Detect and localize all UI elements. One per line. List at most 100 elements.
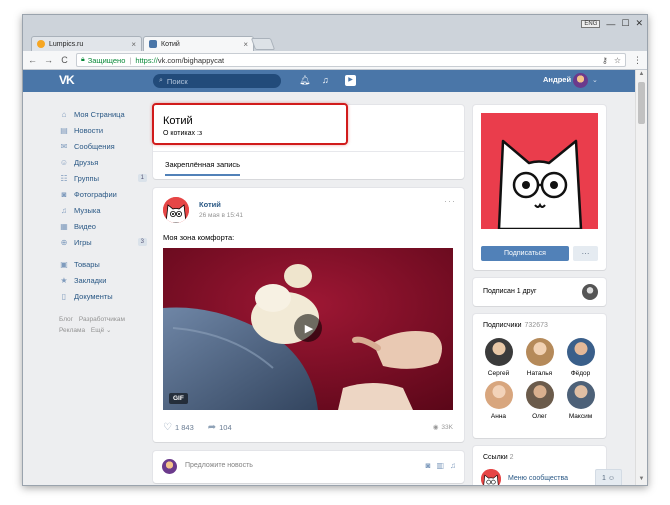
messages-icon: ✉: [60, 141, 68, 151]
subscriber-name: Анна: [490, 413, 507, 420]
sidebar-item-label: Товары: [74, 259, 100, 269]
tab-kotiy[interactable]: Котий ×: [143, 36, 254, 51]
close-window-button[interactable]: ✕: [635, 18, 643, 29]
tab-lumpics[interactable]: Lumpics.ru ×: [31, 36, 142, 51]
sidebar-item-my-page[interactable]: ⌂ Моя Страница: [59, 106, 147, 122]
new-tab-button[interactable]: [250, 38, 276, 50]
subscribe-button[interactable]: Подписаться: [481, 246, 569, 261]
footer-link-ads[interactable]: Реклама: [59, 327, 85, 334]
links-title[interactable]: Ссылки 2: [483, 454, 514, 461]
cat-logo-icon: [481, 113, 598, 229]
url-input[interactable]: 🔒︎ Защищено | https:// vk.com/bighappyca…: [76, 53, 626, 67]
sidebar-item-documents[interactable]: ▯ Документы: [59, 288, 147, 304]
sidebar-item-groups[interactable]: ☷ Группы 1: [59, 170, 147, 186]
friends-icon: ☺: [59, 157, 69, 167]
more-options-icon[interactable]: ···: [444, 196, 456, 206]
key-icon[interactable]: ⚷: [602, 56, 608, 65]
browser-menu-icon[interactable]: ⋮: [633, 55, 642, 66]
sidebar-item-news[interactable]: ▤ Новости: [59, 122, 147, 138]
scrollbar-thumb[interactable]: [638, 82, 645, 124]
sidebar-item-messages[interactable]: ✉ Сообщения: [59, 138, 147, 154]
subscriber-item[interactable]: Сергей: [478, 338, 519, 377]
suggest-news-input[interactable]: Предложите новость: [185, 462, 253, 469]
post-gif[interactable]: ▶ GIF: [163, 248, 453, 410]
sidebar-item-label: Закладки: [74, 275, 107, 285]
sidebar-item-label: Музыка: [74, 205, 101, 215]
page-scrollbar[interactable]: ▲ ▼: [635, 70, 647, 485]
user-name[interactable]: Андрей: [543, 75, 571, 84]
back-button[interactable]: ←: [28, 55, 37, 65]
bookmark-star-icon[interactable]: ☆: [614, 56, 621, 65]
footer-link-developers[interactable]: Разработчикам: [79, 316, 125, 323]
sidebar-item-games[interactable]: ⊕ Игры 3: [59, 234, 147, 250]
play-icon[interactable]: ▶: [345, 75, 356, 86]
post-author[interactable]: Котий: [199, 200, 221, 209]
vk-logo[interactable]: VK: [59, 73, 77, 89]
like-button[interactable]: ♡ 1 843: [163, 422, 194, 433]
camera-icon[interactable]: ◙: [426, 461, 431, 470]
close-tab-icon[interactable]: ×: [131, 40, 136, 49]
link-community-menu[interactable]: Меню сообщества: [508, 475, 568, 482]
sidebar-item-music[interactable]: ♫ Музыка: [59, 202, 147, 218]
close-tab-icon[interactable]: ×: [243, 40, 248, 49]
sidebar-item-goods[interactable]: ▣ Товары: [59, 256, 147, 272]
scroll-down-arrow-icon[interactable]: ▼: [636, 476, 647, 485]
avatar: [484, 381, 513, 409]
play-button[interactable]: ▶: [294, 314, 322, 342]
user-avatar[interactable]: [573, 73, 588, 88]
search-input[interactable]: ⌕ Поиск: [153, 74, 281, 88]
minimize-button[interactable]: —: [606, 19, 615, 29]
subscriber-item[interactable]: Максим: [560, 381, 601, 420]
friends-subscribed-card[interactable]: Подписан 1 друг: [473, 278, 606, 306]
forward-button[interactable]: →: [44, 55, 53, 65]
footer-link-blog[interactable]: Блог: [59, 316, 73, 323]
subscribers-title[interactable]: Подписчики 732673: [483, 322, 548, 329]
subscriber-item[interactable]: Наталья: [519, 338, 560, 377]
sidebar-item-bookmarks[interactable]: ★ Закладки: [59, 272, 147, 288]
reload-button[interactable]: C: [60, 55, 69, 65]
music-icon[interactable]: ♫: [322, 75, 329, 85]
online-count: 1: [601, 474, 606, 482]
link-avatar[interactable]: [481, 469, 501, 485]
scroll-up-arrow-icon[interactable]: ▲: [636, 71, 647, 81]
maximize-button[interactable]: ☐: [621, 18, 629, 29]
groups-icon: ☷: [60, 173, 68, 183]
views-counter: ◉ 33K: [433, 423, 453, 432]
subscriber-item[interactable]: Анна: [478, 381, 519, 420]
sidebar-item-photos[interactable]: ◙ Фотографии: [59, 186, 147, 202]
online-friends-button[interactable]: 1 ☺: [595, 469, 622, 485]
sidebar-item-label: Фотографии: [74, 189, 117, 199]
url-text: vk.com/bighappycat: [157, 55, 225, 65]
camera-icon: ◙: [61, 189, 67, 199]
omnibox-actions: ⚷ ☆: [602, 56, 621, 65]
avatar: [525, 338, 554, 366]
post-text: Моя зона комфорта:: [163, 233, 235, 242]
browser-window: Lumpics.ru × Котий × ENG — ☐ ✕ ← → C 🔒︎ …: [22, 14, 648, 486]
notifications-bell-icon[interactable]: 🔔︎: [299, 75, 310, 86]
post-author-avatar[interactable]: [163, 197, 189, 223]
tab-pinned-post[interactable]: Закреплённая запись: [165, 160, 241, 176]
suggest-news-card[interactable]: Предложите новость ◙ ▥ ♫: [153, 451, 464, 483]
footer-link-more[interactable]: Ещё ⌄: [91, 327, 112, 334]
secure-label: Защищено: [87, 55, 126, 65]
subscriber-name: Фёдор: [570, 370, 591, 377]
subscriber-item[interactable]: Олег: [519, 381, 560, 420]
music-icon[interactable]: ♫: [450, 461, 456, 470]
community-avatar[interactable]: [481, 113, 598, 229]
post-date[interactable]: 26 мая в 15:41: [199, 212, 243, 219]
sidebar-item-label: Игры: [74, 237, 92, 247]
subscribers-grid: Сергей Наталья Фёдор Анна Олег Максим: [478, 338, 601, 420]
sidebar-item-friends[interactable]: ☺ Друзья: [59, 154, 147, 170]
avatar: [566, 381, 595, 409]
community-cover-card: Подписаться ···: [473, 105, 606, 270]
video-icon[interactable]: ▥: [436, 461, 444, 470]
subscriber-item[interactable]: Фёдор: [560, 338, 601, 377]
subscriber-name: Максим: [568, 413, 593, 420]
share-button[interactable]: ➦ 104: [208, 422, 232, 433]
views-count: 33K: [441, 423, 453, 431]
sidebar-item-video[interactable]: ▦ Видео: [59, 218, 147, 234]
friend-avatar[interactable]: [582, 284, 598, 300]
red-highlight-frame: [152, 103, 348, 145]
chevron-down-icon[interactable]: ⌄: [592, 76, 598, 84]
more-actions-button[interactable]: ···: [573, 246, 598, 261]
